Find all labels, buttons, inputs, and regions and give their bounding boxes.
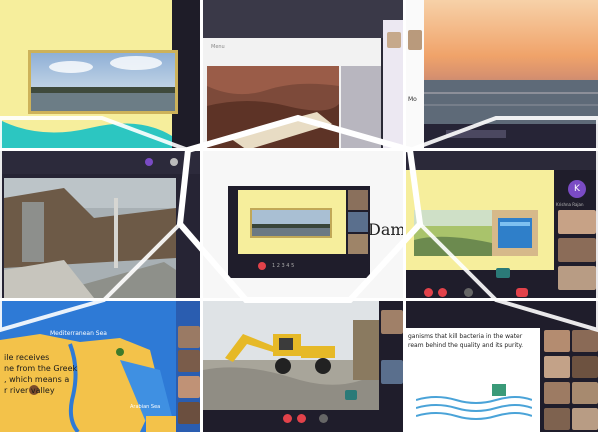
- avatar: K: [568, 180, 586, 198]
- play-icon[interactable]: [496, 268, 510, 278]
- tile-bottom-center: [203, 300, 403, 432]
- map-label-arabian: Arabian Sea: [130, 404, 161, 410]
- participant-video: [572, 356, 598, 378]
- tile-mid-left: [0, 150, 200, 300]
- tile-bottom-right: ganisms that kill bacteria in the water …: [406, 300, 598, 432]
- participant-video: [558, 266, 596, 290]
- divider: [0, 148, 598, 151]
- participant-video: [544, 382, 570, 404]
- leave-icon[interactable]: [516, 288, 528, 297]
- participant-video: [558, 238, 596, 262]
- lake-thumbnail: [250, 208, 332, 238]
- participant-video: [572, 330, 598, 352]
- slide-title: Dam: [368, 220, 406, 239]
- participant-video: [544, 330, 570, 352]
- participant-video: [572, 408, 598, 430]
- slide-text-line: ream behind the quality and its purity.: [408, 342, 524, 349]
- map-label-sea: Mediterranean Sea: [50, 330, 107, 337]
- tile-bottom-left: Mediterranean Sea Arabian Sea ile receiv…: [0, 300, 200, 432]
- participant-thumb[interactable]: [408, 30, 422, 50]
- share-icon[interactable]: [464, 288, 473, 297]
- participant-video: [381, 360, 403, 384]
- lake-photo: [31, 53, 175, 111]
- end-call-icon[interactable]: [424, 288, 433, 297]
- tile-mid-right: K Krishna Rajan: [404, 150, 598, 300]
- map-text-line: ne from the Greek: [4, 364, 78, 373]
- map-text-line: r river valley: [4, 386, 55, 395]
- tile-top-right: Mo: [406, 0, 598, 150]
- map-text: ile receives ne from the Greek , which m…: [4, 352, 77, 396]
- participant-video: [178, 350, 200, 372]
- river-photo: [414, 210, 496, 256]
- map-text-line: ile receives: [4, 353, 50, 362]
- sunset-photo: [424, 0, 598, 124]
- side-label: Mo: [408, 96, 417, 103]
- dam-wall-photo: [207, 66, 339, 150]
- thumbnail[interactable]: [387, 32, 401, 48]
- end-call-icon[interactable]: [283, 414, 292, 423]
- dam-road-photo: [4, 178, 176, 298]
- record-icon[interactable]: [145, 158, 153, 166]
- small-label: Menu: [211, 44, 225, 50]
- participant-video: [178, 326, 200, 348]
- slide-text: ganisms that kill bacteria in the water …: [408, 332, 523, 350]
- divider: [0, 298, 598, 301]
- bottom-label: 1 2 3 4 5: [272, 263, 295, 269]
- participant-video: [381, 310, 403, 334]
- participant-video: [544, 408, 570, 430]
- participant-video: [558, 210, 596, 234]
- slide-photo-frame: [28, 50, 178, 114]
- slide-text-line: ganisms that kill bacteria in the water: [408, 333, 523, 340]
- divider: [200, 0, 203, 432]
- water-illustration: [416, 384, 532, 420]
- water-tank-photo: [492, 210, 538, 256]
- divider: [403, 0, 406, 432]
- play-icon[interactable]: [345, 390, 357, 400]
- participant-video: [572, 382, 598, 404]
- tile-center: 1 2 3 4 5: [228, 186, 370, 278]
- slide-wave-decoration: [0, 120, 172, 150]
- end-call-icon[interactable]: [258, 262, 266, 270]
- cam-name: Krishna Rajan: [556, 202, 584, 207]
- participant-video: [178, 376, 200, 398]
- share-icon[interactable]: [319, 414, 328, 423]
- participant-video: [544, 356, 570, 378]
- mic-icon[interactable]: [297, 414, 306, 423]
- mic-icon[interactable]: [438, 288, 447, 297]
- tile-top-center: Menu: [203, 0, 403, 150]
- participant-video: [178, 402, 200, 424]
- tile-top-left: [0, 0, 200, 150]
- map-text-line: , which means a: [4, 375, 70, 384]
- more-icon[interactable]: [170, 158, 178, 166]
